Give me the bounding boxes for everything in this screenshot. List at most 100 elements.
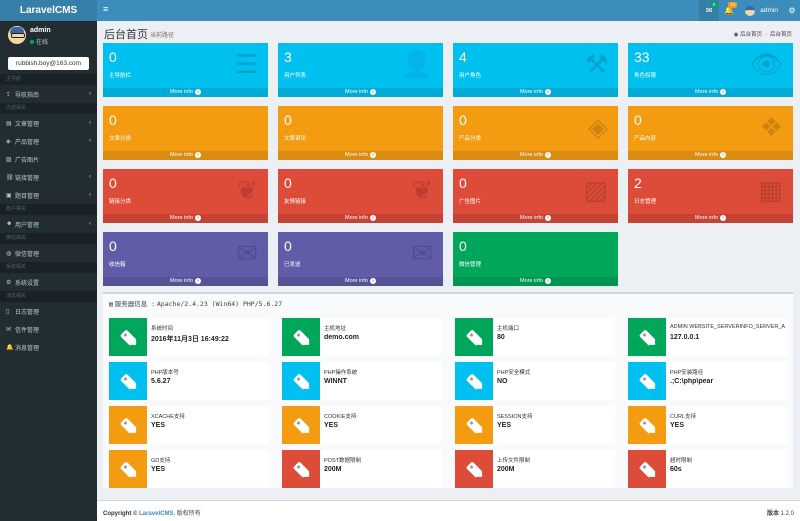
info-box: PHP操作系统 WINNT: [282, 362, 442, 400]
info-box: GD支持 YES: [109, 450, 269, 488]
info-key: 主机地址: [324, 326, 347, 332]
breadcrumb-separator: ›: [765, 32, 767, 38]
more-info-link[interactable]: More info ›: [628, 88, 793, 97]
version: 版本 1.2.0: [767, 508, 794, 517]
stat-tile: 4 用户角色 ⚒ More info ›: [453, 43, 618, 97]
stat-tile: 0 收信箱 ✉ More info ›: [103, 232, 268, 286]
info-value: NO: [497, 378, 508, 385]
stat-tile: 0 广告图片 ▨ More info ›: [453, 169, 618, 223]
mail-badge: 0: [710, 2, 718, 8]
more-info-link[interactable]: More info ›: [453, 214, 618, 223]
more-info-link[interactable]: More info ›: [278, 277, 443, 286]
info-box-icon: [282, 318, 320, 356]
info-key: XCACHE支持: [151, 414, 185, 420]
info-key: PHP操作系统: [324, 370, 358, 376]
sidebar-item[interactable]: ☻ 用户管理 ‹: [0, 215, 97, 233]
user-panel: admin 在线: [0, 21, 97, 55]
more-info-link[interactable]: More info ›: [453, 88, 618, 97]
sidebar-item-label: 日志管理: [15, 309, 40, 316]
sidebar-item[interactable]: ▣ 题目管理 ‹: [0, 186, 97, 204]
more-info-link[interactable]: More info ›: [278, 88, 443, 97]
chevron-left-icon: ‹: [89, 221, 91, 227]
info-value: YES: [151, 466, 166, 473]
sidebar-item[interactable]: ◍ 微信管理: [0, 244, 97, 262]
user-status-label: 在线: [36, 40, 49, 46]
info-box: 超时限制 60s: [628, 450, 788, 488]
info-box: CURL支持 YES: [628, 406, 788, 444]
tag-icon: [119, 416, 137, 434]
breadcrumb-current: 后台首页: [769, 32, 792, 38]
stat-tile: 0 产品内容 ❖ More info ›: [628, 106, 793, 160]
more-info-link[interactable]: More info ›: [278, 151, 443, 160]
more-info-link[interactable]: More info ›: [103, 214, 268, 223]
more-info-link[interactable]: More info ›: [453, 151, 618, 160]
more-info-link[interactable]: More info ›: [453, 277, 618, 286]
stat-number: 2: [634, 175, 642, 191]
arrow-circle-right-icon: ›: [719, 88, 726, 95]
arrow-circle-right-icon: ›: [369, 151, 376, 158]
more-info-label: More info: [170, 89, 193, 95]
info-box-icon: [282, 406, 320, 444]
more-info-label: More info: [520, 89, 543, 95]
tag-icon: [292, 328, 310, 346]
chevron-left-icon: ‹: [89, 91, 91, 97]
stat-tile: 33 角色权限 👁 More info ›: [628, 43, 793, 97]
menu-toggle-icon[interactable]: ≡: [103, 4, 108, 14]
arrow-circle-right-icon: ›: [719, 214, 726, 221]
mail-icon: ✉: [6, 326, 12, 333]
notifications-button[interactable]: 🔔 10: [719, 0, 739, 21]
sidebar-item[interactable]: ▤ 文章管理 ‹: [0, 114, 97, 132]
tag-icon: [465, 328, 483, 346]
more-info-link[interactable]: More info ›: [628, 214, 793, 223]
sidebar-item[interactable]: ▯ 日志管理: [0, 302, 97, 320]
info-value: 80: [497, 334, 505, 341]
sidebar-item[interactable]: ⇪ 导航指南 ‹: [0, 85, 97, 103]
sidebar-item-label: 题目管理: [15, 193, 40, 200]
footer-brand-link[interactable]: LaravelCMS: [139, 511, 173, 517]
tag-icon: [638, 372, 656, 390]
sidebar-item[interactable]: 🔔 消息管理: [0, 338, 97, 356]
info-key: SESSION支持: [497, 414, 533, 420]
info-value: 5.6.27: [151, 378, 171, 385]
info-value: 200M: [324, 466, 342, 473]
breadcrumb-home[interactable]: 后台首页: [740, 32, 762, 38]
stat-tile: 0 文章分类 More info ›: [103, 106, 268, 160]
app-logo[interactable]: LaravelCMS: [0, 0, 97, 21]
more-info-label: More info: [170, 215, 193, 221]
stat-label: 友情链接: [284, 199, 307, 205]
eye-icon: 👁: [749, 49, 783, 79]
sidebar-header: 内容相关: [0, 103, 97, 114]
sidebar-item[interactable]: ◈ 产品管理 ‹: [0, 132, 97, 150]
breadcrumb: ◉ 后台首页 › 后台首页: [734, 30, 792, 38]
image-icon: ▨: [6, 156, 12, 163]
more-info-link[interactable]: More info ›: [628, 151, 793, 160]
info-key: POST数据限制: [324, 458, 361, 464]
sidebar-item[interactable]: ⛓ 链接管理 ‹: [0, 168, 97, 186]
more-info-link[interactable]: More info ›: [103, 151, 268, 160]
more-info-link[interactable]: More info ›: [103, 277, 268, 286]
top-user-name: admin: [760, 7, 778, 14]
version-value: 1.2.0: [780, 511, 794, 517]
gear-icon[interactable]: ⚙: [784, 6, 800, 15]
info-key: PHP安全模式: [497, 370, 531, 376]
sidebar-item[interactable]: ▨ 广告图片: [0, 150, 97, 168]
stat-number: 4: [459, 49, 467, 65]
info-value: YES: [324, 422, 339, 429]
stat-tile: 0 链接分类 ❦ More info ›: [103, 169, 268, 223]
more-info-link[interactable]: More info ›: [103, 88, 268, 97]
top-navbar: ≡ ✉ 0 🔔 10 admin ⚙: [97, 0, 800, 21]
more-info-link[interactable]: More info ›: [278, 214, 443, 223]
info-value: .;C:\php\pear: [670, 378, 714, 385]
stat-tile: 2 日志管理 ▦ More info ›: [628, 169, 793, 223]
sidebar-item[interactable]: ⚙ 系统设置: [0, 273, 97, 291]
info-value: YES: [151, 422, 166, 429]
stat-number: 0: [459, 175, 467, 191]
user-menu[interactable]: admin: [739, 0, 784, 21]
folder-icon: ▣: [6, 192, 12, 199]
footer: Copyright © LaravelCMS. 版权所有 版本 1.2.0: [97, 500, 800, 521]
sidebar: LaravelCMS admin 在线 rubbish.boy@163.com …: [0, 0, 97, 521]
envelope-icon: ✉: [236, 238, 258, 268]
sidebar-menu: 主导航 ⇪ 导航指南 ‹ 内容相关 ▤ 文章管理 ‹ ◈ 产品管理 ‹ ▨ 广告图片 ⛓ 链接管理 ‹ ▣ 题目管…: [0, 74, 97, 356]
sidebar-item[interactable]: ✉ 信件管理: [0, 320, 97, 338]
mail-button[interactable]: ✉ 0: [699, 0, 720, 21]
